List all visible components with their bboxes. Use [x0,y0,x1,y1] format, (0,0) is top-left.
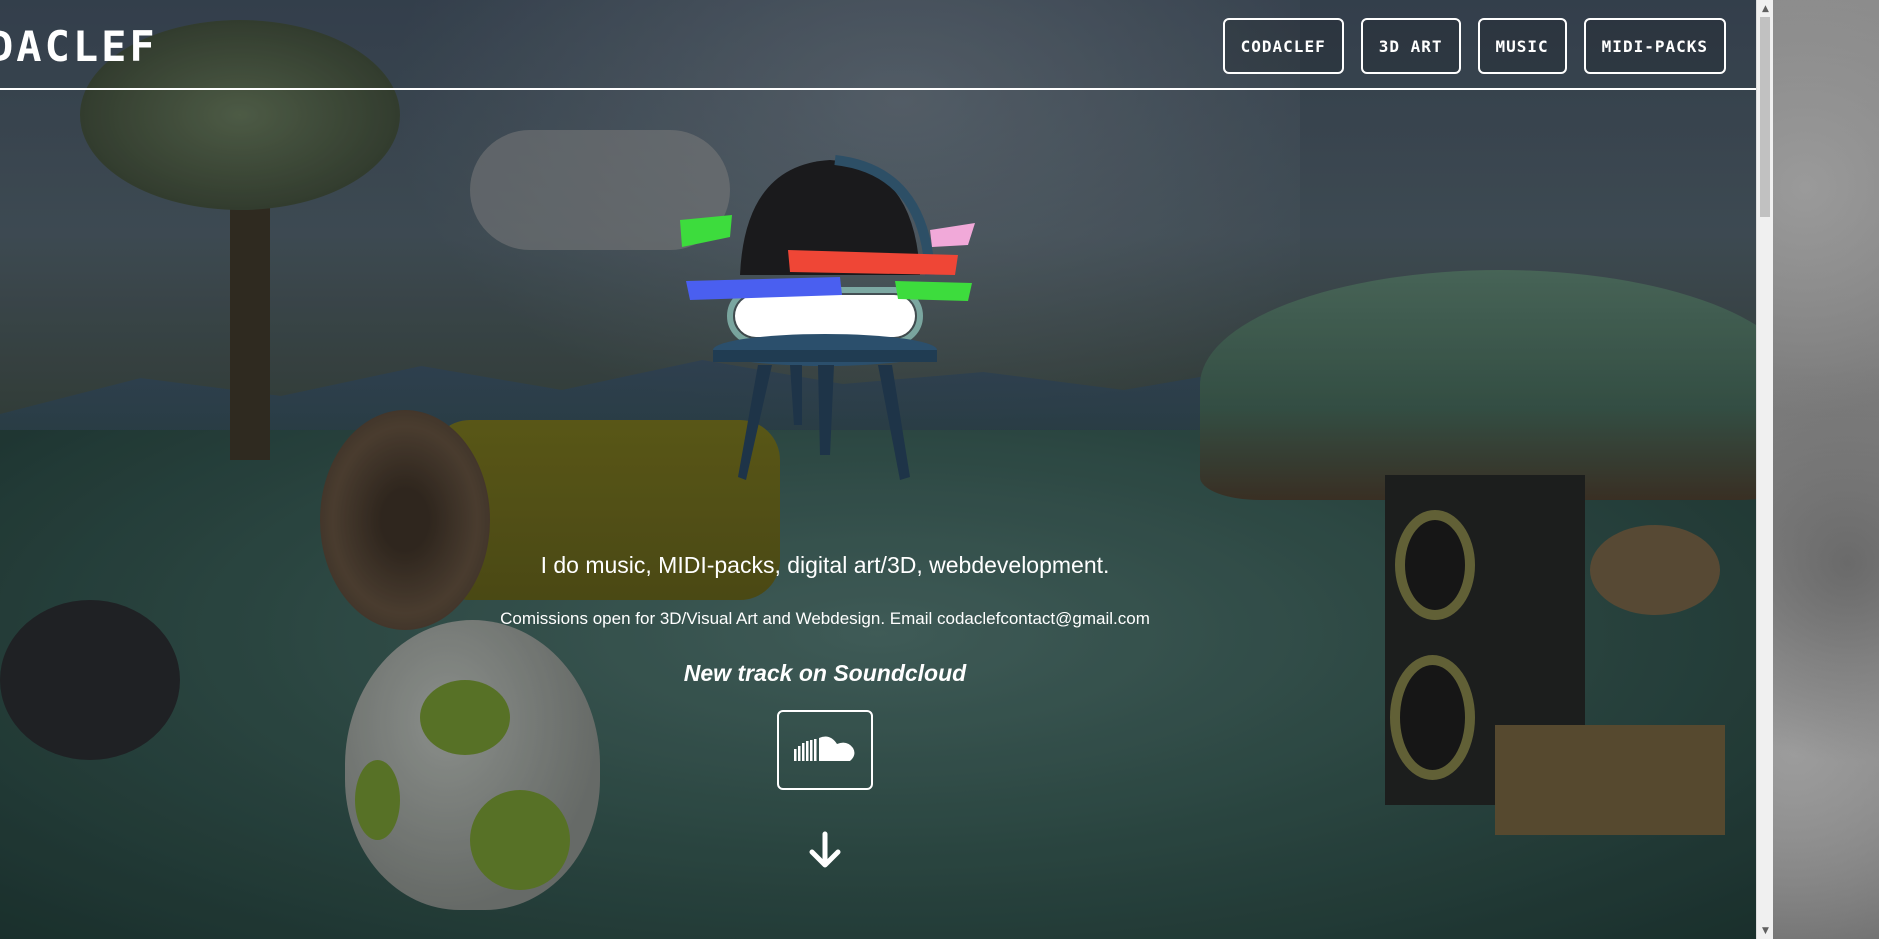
site-logo[interactable]: DACLEF [0,22,158,71]
mascot-leg [790,365,802,425]
mascot-leg [818,365,834,455]
mascot-pink-stripe [930,223,975,247]
new-track-heading: New track on Soundcloud [683,660,967,686]
nav-codaclef-button[interactable]: CODACLEF [1222,18,1344,74]
background-egg-spot [355,760,400,840]
soundcloud-button[interactable] [777,710,873,790]
nav-3d-art-button[interactable]: 3D ART [1360,18,1461,74]
page-scrollbar[interactable]: ▲ ▼ [1756,0,1773,939]
page-side-background [1773,0,1879,939]
site-header: DACLEF CODACLEF 3D ART MUSIC MIDI-PACKS [0,0,1756,90]
soundcloud-icon [794,736,855,761]
mascot-leg [738,365,772,480]
scrollbar-thumb[interactable] [1760,17,1770,217]
commission-notice: Comissions open for 3D/Visual Art and We… [500,609,1150,628]
mascot-green-stripe-2 [895,281,972,301]
background-egg-spot [420,680,510,755]
background-plateau [1200,270,1756,500]
nav-music-button[interactable]: MUSIC [1477,18,1567,74]
mascot-glow-band [735,295,915,337]
background-spool-end [320,410,490,630]
background-tree-trunk [230,180,270,460]
mascot-green-stripe [680,215,732,247]
background-egg-spot [470,790,570,890]
background-speaker [1385,475,1585,805]
mascot-platform-side [713,350,937,362]
main-nav: CODACLEF 3D ART MUSIC MIDI-PACKS [1222,18,1726,74]
hero-section: DACLEF CODACLEF 3D ART MUSIC MIDI-PACKS … [0,0,1756,939]
nav-midi-packs-button[interactable]: MIDI-PACKS [1583,18,1726,74]
scroll-down-arrow-icon[interactable]: ▼ [1757,922,1774,939]
hero-tagline: I do music, MIDI-packs, digital art/3D, … [540,552,1110,578]
background-box [1495,725,1725,835]
mascot-leg [878,365,910,480]
codaclef-mascot-image [680,155,975,480]
arrow-down-icon[interactable] [807,830,843,870]
scroll-up-arrow-icon[interactable]: ▲ [1757,0,1774,17]
